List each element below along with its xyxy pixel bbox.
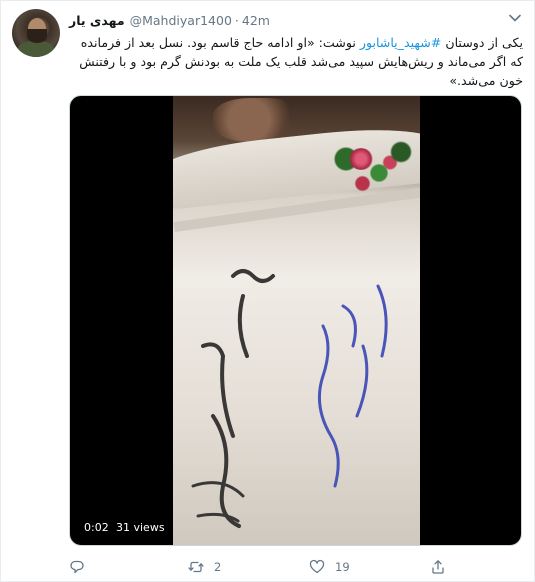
share-icon <box>432 560 444 574</box>
retweet-button[interactable]: 2 <box>188 558 221 576</box>
user-name[interactable]: مهدی یار <box>69 13 125 28</box>
hashtag-link[interactable]: #شهید_یاشابور <box>360 35 441 50</box>
like-button[interactable]: 19 <box>309 558 350 576</box>
avatar[interactable] <box>12 9 60 57</box>
separator-dot: · <box>234 12 239 28</box>
tweet-actions: 2 19 <box>69 558 523 576</box>
tweet-header: مهدی یار @Mahdiyar1400 · 42m <box>69 11 270 29</box>
video-calligraphy <box>191 269 388 528</box>
reply-button[interactable] <box>69 558 95 576</box>
retweet-count: 2 <box>214 560 222 574</box>
video-views: 31 views <box>110 517 171 537</box>
heart-icon <box>309 559 325 574</box>
video-player[interactable]: 0:02 31 views <box>69 95 522 546</box>
chevron-down-icon[interactable] <box>506 9 524 27</box>
tweet-card[interactable]: مهدی یار @Mahdiyar1400 · 42m یکی از دوست… <box>0 0 535 582</box>
video-frame <box>173 96 420 545</box>
reply-icon <box>70 560 84 574</box>
avatar-beard <box>27 29 47 43</box>
chevron-down-icon-svg <box>509 14 521 22</box>
tweet-time[interactable]: 42m <box>242 13 270 28</box>
tweet-text: یکی از دوستان #شهید_یاشابور نوشت: «او اد… <box>69 33 523 90</box>
like-count: 19 <box>335 560 350 574</box>
retweet-icon <box>188 561 204 573</box>
user-handle[interactable]: @Mahdiyar1400 <box>130 13 232 28</box>
tweet-text-before: یکی از دوستان <box>441 35 523 50</box>
share-button[interactable] <box>430 558 456 576</box>
avatar-body <box>18 41 54 57</box>
